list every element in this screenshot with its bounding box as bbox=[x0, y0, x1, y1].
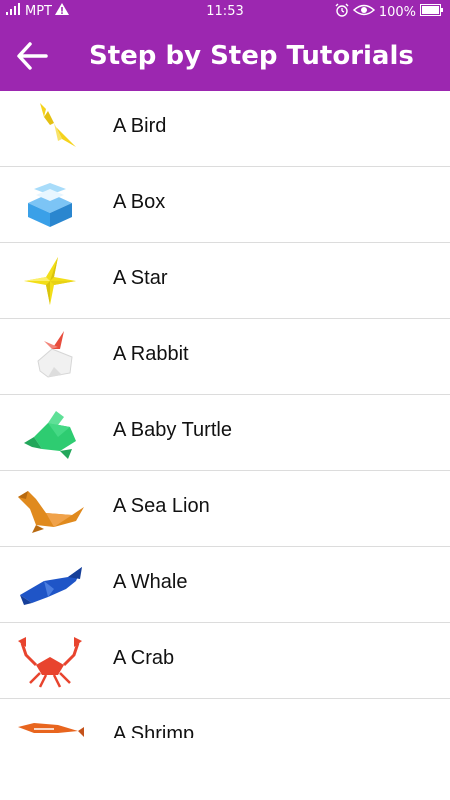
origami-sea-lion-icon bbox=[14, 479, 86, 539]
origami-rabbit-icon bbox=[14, 327, 86, 387]
tutorial-list: A Bird A Box A Star A Rabbit A Baby Turt… bbox=[0, 91, 450, 738]
list-item[interactable]: A Shrimp bbox=[0, 699, 450, 738]
list-item-label: A Rabbit bbox=[113, 343, 189, 365]
list-item-label: A Shrimp bbox=[113, 723, 195, 738]
page-title: Step by Step Tutorials bbox=[89, 41, 414, 71]
origami-crab-icon bbox=[14, 631, 86, 691]
list-item[interactable]: A Baby Turtle bbox=[0, 395, 450, 471]
list-item-label: A Box bbox=[113, 191, 166, 213]
back-button[interactable] bbox=[12, 38, 52, 78]
list-item-label: A Star bbox=[113, 267, 168, 289]
status-right: 100% bbox=[331, 3, 444, 21]
origami-bird-icon bbox=[14, 99, 86, 159]
list-item-label: A Sea Lion bbox=[113, 495, 210, 517]
alarm-icon bbox=[335, 3, 349, 21]
list-item-label: A Whale bbox=[113, 571, 188, 593]
arrow-left-icon bbox=[16, 42, 48, 74]
list-item[interactable]: A Star bbox=[0, 243, 450, 319]
list-item[interactable]: A Sea Lion bbox=[0, 471, 450, 547]
origami-box-icon bbox=[14, 175, 86, 235]
list-item[interactable]: A Box bbox=[0, 167, 450, 243]
battery-icon bbox=[420, 4, 444, 20]
origami-turtle-icon bbox=[14, 403, 86, 463]
list-item[interactable]: A Bird bbox=[0, 91, 450, 167]
app-bar: Step by Step Tutorials bbox=[0, 24, 450, 91]
list-item[interactable]: A Rabbit bbox=[0, 319, 450, 395]
list-item-label: A Bird bbox=[113, 115, 167, 137]
eye-icon bbox=[352, 4, 375, 20]
origami-shrimp-icon bbox=[14, 707, 86, 738]
battery-label: 100% bbox=[378, 4, 416, 20]
list-item-label: A Crab bbox=[113, 647, 175, 669]
origami-star-icon bbox=[14, 251, 86, 311]
list-item[interactable]: A Whale bbox=[0, 547, 450, 623]
list-item[interactable]: A Crab bbox=[0, 623, 450, 699]
list-item-label: A Baby Turtle bbox=[113, 419, 232, 441]
origami-whale-icon bbox=[14, 555, 86, 615]
status-bar: MPT 11:53 100% bbox=[0, 0, 450, 24]
